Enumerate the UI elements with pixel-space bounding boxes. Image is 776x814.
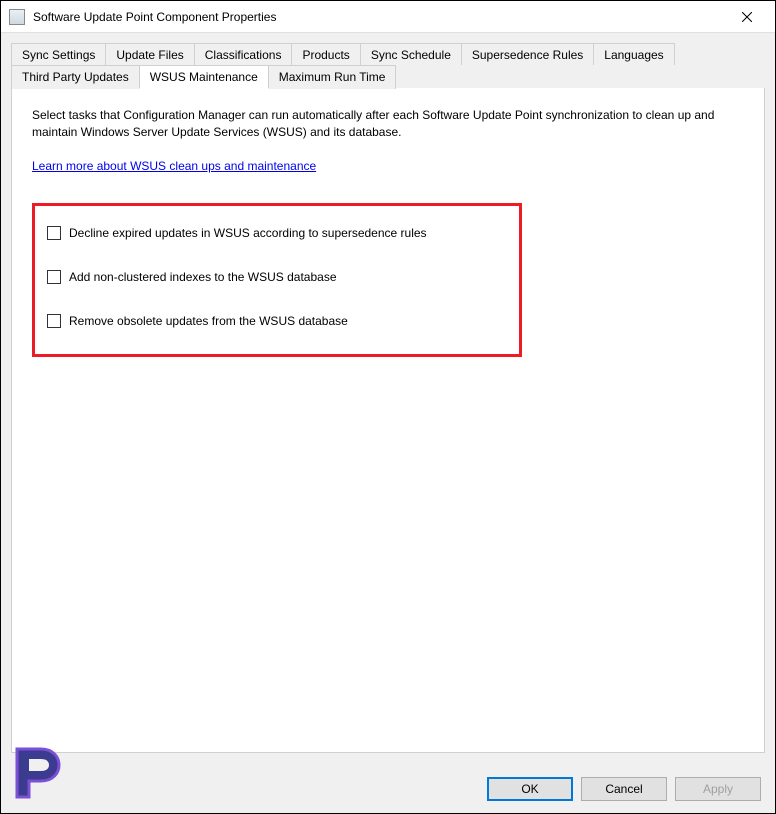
close-button[interactable] <box>727 3 767 31</box>
tab-products[interactable]: Products <box>291 43 360 66</box>
checkbox-row-decline-expired: Decline expired updates in WSUS accordin… <box>47 226 507 240</box>
tab-wsus-maintenance[interactable]: WSUS Maintenance <box>139 65 269 89</box>
highlight-box: Decline expired updates in WSUS accordin… <box>32 203 522 357</box>
titlebar: Software Update Point Component Properti… <box>1 1 775 33</box>
window-title: Software Update Point Component Properti… <box>33 10 727 24</box>
tab-third-party-updates[interactable]: Third Party Updates <box>11 65 140 89</box>
tab-maximum-run-time[interactable]: Maximum Run Time <box>268 65 397 89</box>
cancel-button[interactable]: Cancel <box>581 777 667 801</box>
button-bar: OK Cancel Apply <box>487 777 761 801</box>
description-text: Select tasks that Configuration Manager … <box>32 107 744 141</box>
tab-sync-settings[interactable]: Sync Settings <box>11 43 106 66</box>
tab-row-2: Third Party Updates WSUS Maintenance Max… <box>11 65 765 88</box>
checkbox-row-remove-obsolete: Remove obsolete updates from the WSUS da… <box>47 314 507 328</box>
app-icon <box>9 9 25 25</box>
dialog-body: Sync Settings Update Files Classificatio… <box>1 33 775 813</box>
learn-more-link[interactable]: Learn more about WSUS clean ups and main… <box>32 159 316 173</box>
checkbox-add-indexes[interactable] <box>47 270 61 284</box>
checkbox-row-add-indexes: Add non-clustered indexes to the WSUS da… <box>47 270 507 284</box>
watermark-logo-icon <box>9 741 73 805</box>
checkbox-label: Remove obsolete updates from the WSUS da… <box>69 314 348 328</box>
ok-button[interactable]: OK <box>487 777 573 801</box>
checkbox-label: Add non-clustered indexes to the WSUS da… <box>69 270 337 284</box>
tab-sync-schedule[interactable]: Sync Schedule <box>360 43 462 66</box>
checkbox-decline-expired[interactable] <box>47 226 61 240</box>
tab-container: Sync Settings Update Files Classificatio… <box>11 43 765 753</box>
checkbox-label: Decline expired updates in WSUS accordin… <box>69 226 427 240</box>
tab-languages[interactable]: Languages <box>593 43 674 66</box>
tab-update-files[interactable]: Update Files <box>105 43 194 66</box>
checkbox-remove-obsolete[interactable] <box>47 314 61 328</box>
tab-classifications[interactable]: Classifications <box>194 43 293 66</box>
tab-row-1: Sync Settings Update Files Classificatio… <box>11 43 765 65</box>
tab-content: Select tasks that Configuration Manager … <box>12 89 764 375</box>
close-icon <box>742 12 752 22</box>
tab-supersedence-rules[interactable]: Supersedence Rules <box>461 43 594 66</box>
apply-button: Apply <box>675 777 761 801</box>
